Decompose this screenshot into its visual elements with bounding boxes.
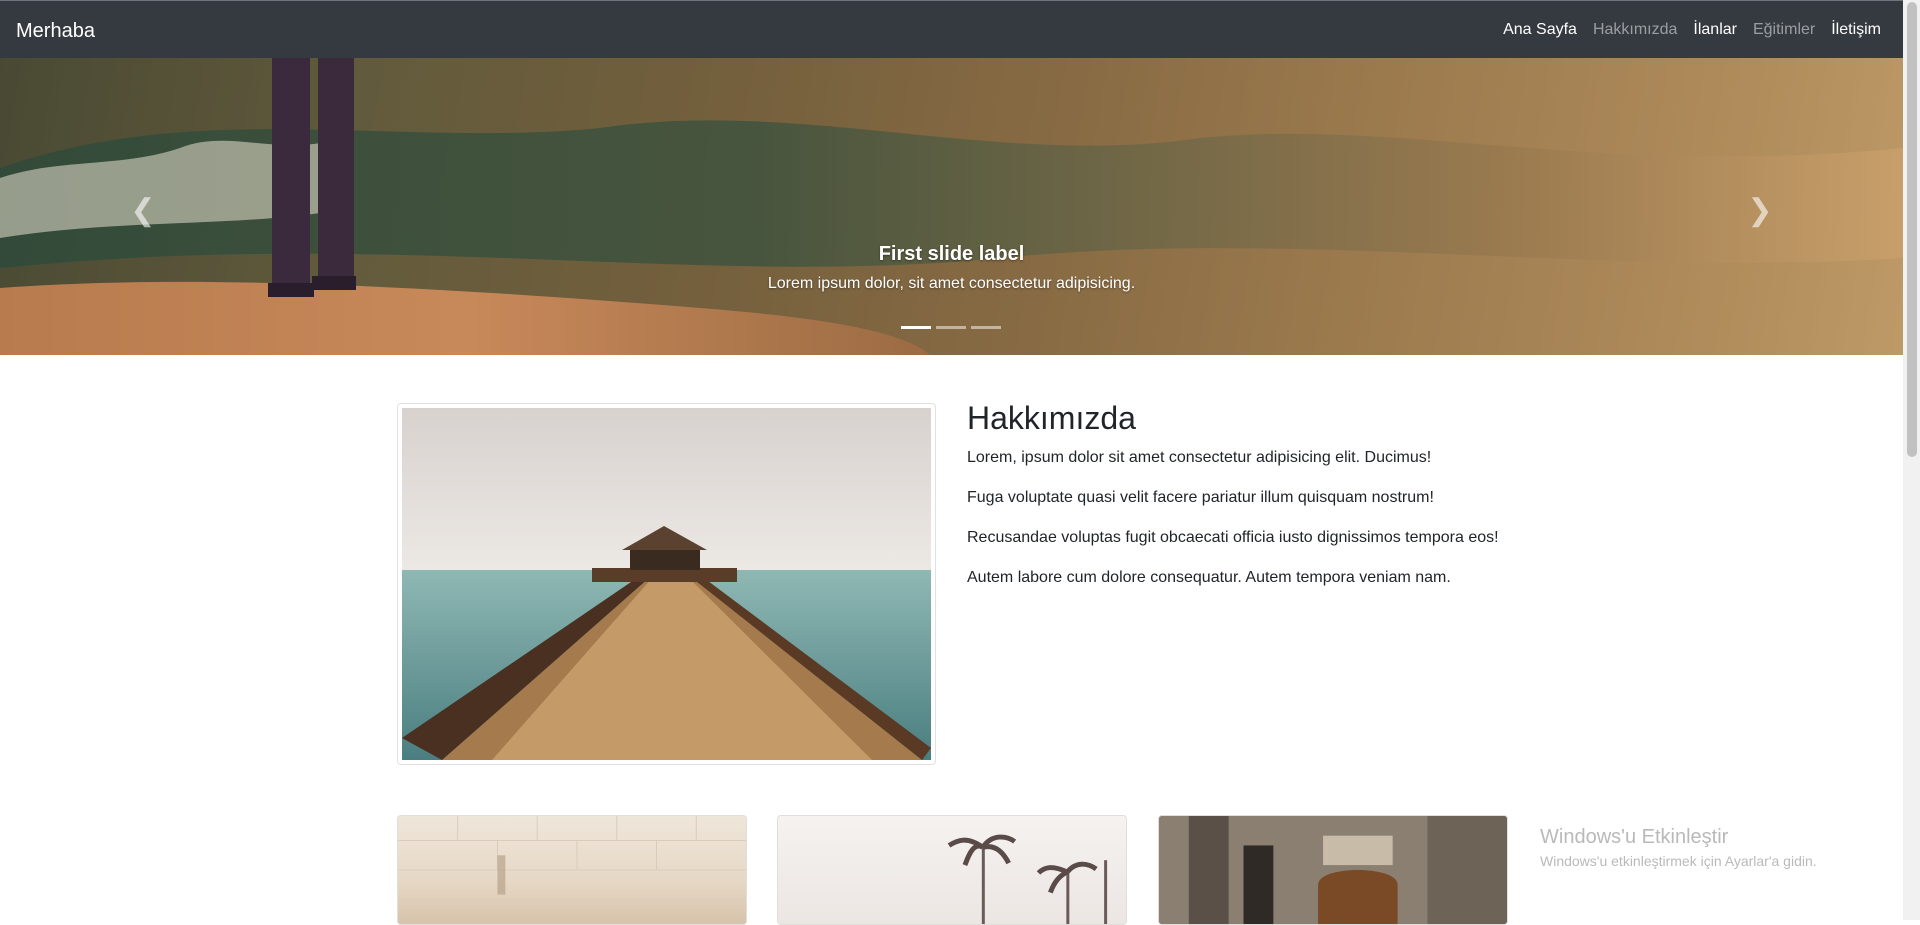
carousel-caption: First slide label Lorem ipsum dolor, sit…: [0, 243, 1903, 293]
about-paragraph-3: Recusandae voluptas fugit obcaecati offi…: [967, 529, 1499, 546]
nav-item-egitimler[interactable]: Eğitimler: [1753, 21, 1815, 39]
about-image-frame: [397, 403, 936, 765]
navbar: Merhaba Ana Sayfa Hakkımızda İlanlar Eği…: [0, 0, 1903, 58]
nav-item-ilanlar[interactable]: İlanlar: [1693, 21, 1737, 39]
page-scrollbar[interactable]: [1903, 0, 1920, 920]
carousel-indicator-2[interactable]: [936, 326, 966, 329]
card-image-3: [1158, 815, 1508, 925]
nav-item-iletisim[interactable]: İletişim: [1831, 21, 1881, 39]
scrollbar-thumb[interactable]: [1907, 2, 1917, 457]
carousel-indicator-3[interactable]: [971, 326, 1001, 329]
chevron-left-icon: ❮: [130, 194, 156, 227]
carousel-slide-image: [0, 58, 1903, 355]
about-paragraph-1: Lorem, ipsum dolor sit amet consectetur …: [967, 449, 1432, 466]
nav-item-ana-sayfa[interactable]: Ana Sayfa: [1503, 21, 1577, 39]
carousel-next-control[interactable]: ❯: [1745, 193, 1775, 233]
watermark-title: Windows'u Etkinleştir: [1540, 826, 1729, 848]
windows-activation-watermark: Windows'u Etkinleştir Windows'u etkinleş…: [1540, 826, 1817, 869]
navbar-brand[interactable]: Merhaba: [16, 20, 95, 43]
nav-item-hakkimizda[interactable]: Hakkımızda: [1593, 21, 1677, 39]
card-image-2: [777, 815, 1127, 925]
about-paragraph-2: Fuga voluptate quasi velit facere pariat…: [967, 489, 1434, 506]
about-image-pier: [402, 408, 931, 760]
chevron-right-icon: ❯: [1747, 194, 1773, 227]
carousel-indicator-1[interactable]: [901, 326, 931, 329]
about-title: Hakkımızda: [967, 400, 1136, 436]
carousel-prev-control[interactable]: ❮: [128, 193, 158, 233]
carousel-caption-title: First slide label: [878, 243, 1025, 265]
hero-carousel: ❮ ❯ First slide label Lorem ipsum dolor,…: [0, 58, 1903, 355]
carousel-caption-text: Lorem ipsum dolor, sit amet consectetur …: [767, 275, 1136, 292]
nav-menu: Ana Sayfa Hakkımızda İlanlar Eğitimler İ…: [1503, 21, 1881, 39]
card-image-1: [397, 815, 747, 925]
about-section: Hakkımızda Lorem, ipsum dolor sit amet c…: [967, 400, 1527, 607]
about-paragraph-4: Autem labore cum dolore consequatur. Aut…: [967, 569, 1451, 586]
watermark-subtitle: Windows'u etkinleştirmek için Ayarlar'a …: [1540, 853, 1817, 869]
carousel-indicators: [901, 326, 1001, 329]
